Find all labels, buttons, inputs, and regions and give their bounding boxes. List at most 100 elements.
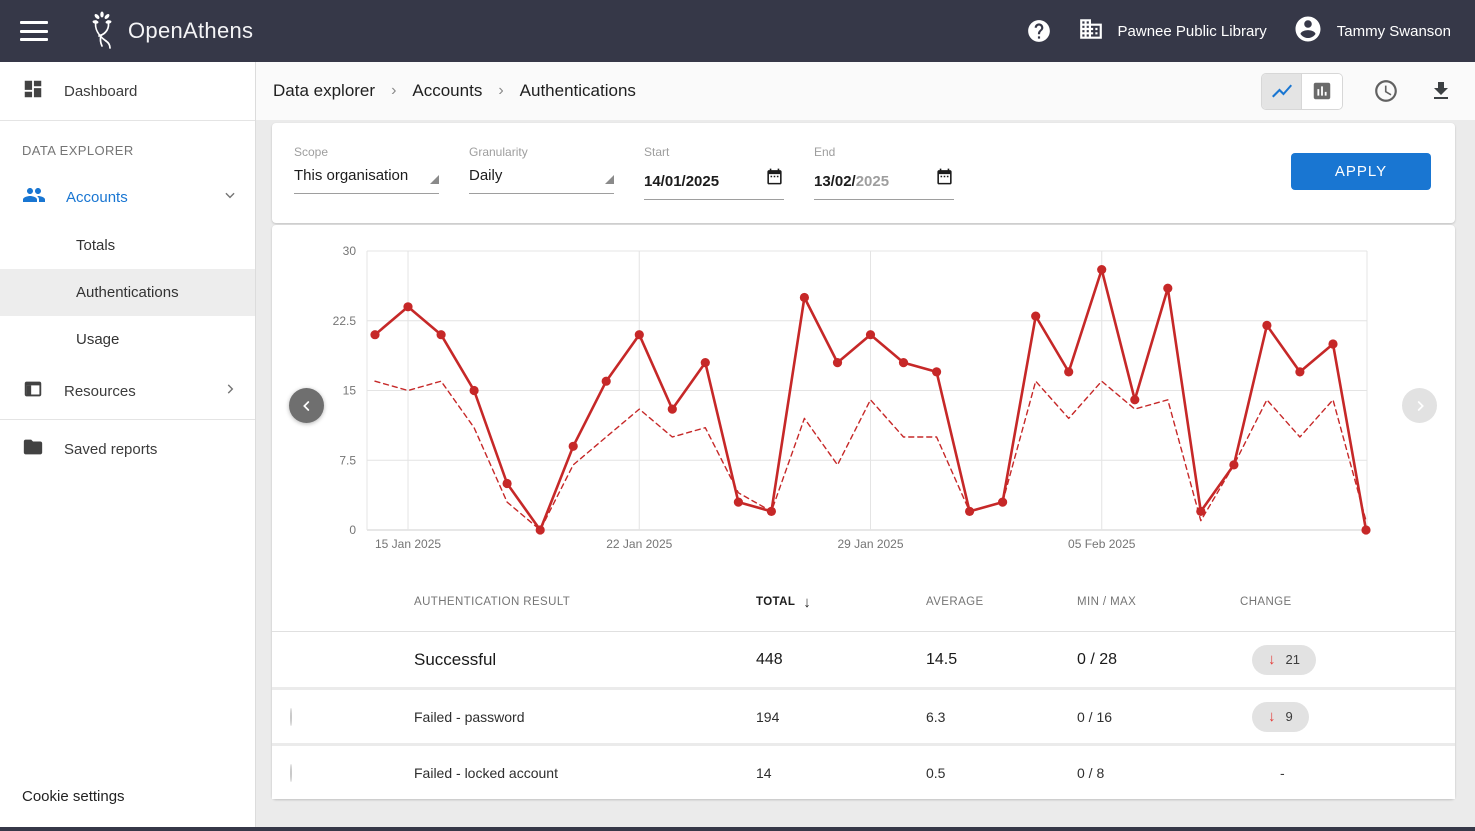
data-point [965,507,974,516]
end-date-field[interactable]: End 13/02/2025 [814,145,954,200]
apply-button[interactable]: APPLY [1291,153,1431,190]
row-change: ↓21 [1240,645,1455,675]
data-point [403,302,412,311]
chevron-right-icon [223,382,237,400]
row-average: 14.5 [926,651,1077,669]
sidebar-item-authentications[interactable]: Authentications [0,269,255,316]
data-point [370,330,379,339]
dropdown-triangle-icon [605,175,614,184]
series-toggle-dot[interactable] [290,764,292,782]
data-point [701,358,710,367]
data-point [833,358,842,367]
data-point [866,330,875,339]
sidebar: Dashboard DATA EXPLORER Accounts Totals … [0,62,256,827]
sidebar-item-label: Dashboard [64,83,237,100]
start-date-field[interactable]: Start 14/01/2025 [644,145,784,200]
column-change: CHANGE [1240,596,1455,608]
breadcrumb-accounts[interactable]: Accounts [412,81,482,101]
data-point [1097,265,1106,274]
row-total: 194 [756,709,926,725]
sidebar-item-label: Saved reports [64,441,237,458]
data-point [1196,507,1205,516]
chart-scroll-left-button[interactable] [289,388,324,423]
change-value: 9 [1286,709,1293,724]
change-value: - [1280,765,1285,781]
svg-text:22.5: 22.5 [333,314,357,328]
scope-select[interactable]: Scope This organisation [294,145,439,194]
top-app-bar: OpenAthens Pawnee Public Library Tammy S… [0,0,1475,62]
arrow-down-icon: ↓ [1268,651,1276,668]
svg-text:30: 30 [343,244,357,258]
folder-icon [22,436,44,462]
data-point [1031,312,1040,321]
table-row[interactable]: Failed - locked account 14 0.5 0 / 8 - [272,743,1455,799]
start-date-label: Start [644,145,784,159]
data-point [1064,367,1073,376]
table-body: Successful 448 14.5 0 / 28 ↓21 Failed - … [272,631,1455,799]
bar-chart-toggle-button[interactable] [1302,74,1342,109]
calendar-icon[interactable] [935,167,954,190]
chart-scroll-right-button[interactable] [1402,388,1437,423]
table-row[interactable]: Failed - password 194 6.3 0 / 16 ↓9 [272,687,1455,743]
data-point [635,330,644,339]
granularity-value: Daily [469,167,502,184]
main-header: Data explorer › Accounts › Authenticatio… [256,62,1475,120]
change-badge: ↓9 [1252,702,1309,732]
series-toggle-dot[interactable] [290,708,292,726]
sidebar-item-saved-reports[interactable]: Saved reports [0,420,255,478]
table-row[interactable]: Successful 448 14.5 0 / 28 ↓21 [272,631,1455,687]
column-average: AVERAGE [926,596,1077,608]
data-point [1262,321,1271,330]
data-point [1130,395,1139,404]
avatar-icon [1293,14,1323,48]
organisation-icon [1078,16,1104,46]
data-point [668,405,677,414]
row-min-max: 0 / 16 [1077,709,1240,725]
column-min-max: MIN / MAX [1077,596,1240,608]
user-menu[interactable]: Tammy Swanson [1293,14,1451,48]
openathens-thistle-icon [84,9,120,54]
granularity-select[interactable]: Granularity Daily [469,145,614,194]
sidebar-item-resources[interactable]: Resources [0,363,255,419]
line-chart-toggle-button[interactable] [1262,74,1302,109]
dashboard-icon [22,78,44,104]
breadcrumb: Data explorer › Accounts › Authenticatio… [273,81,636,101]
calendar-icon[interactable] [765,167,784,190]
results-card: 07.51522.53015 Jan 202522 Jan 202529 Jan… [272,225,1455,799]
cookie-settings-link[interactable]: Cookie settings [0,788,255,827]
data-point [569,442,578,451]
column-total-sort[interactable]: TOTAL↓ [756,594,926,611]
data-point [437,330,446,339]
data-point [1229,460,1238,469]
row-change: - [1240,765,1455,781]
chevron-down-icon [223,188,237,206]
help-icon[interactable] [1026,18,1052,44]
data-point [602,377,611,386]
organisation-name: Pawnee Public Library [1118,23,1267,40]
breadcrumb-data-explorer[interactable]: Data explorer [273,81,375,101]
data-point [503,479,512,488]
data-point [470,386,479,395]
sidebar-item-dashboard[interactable]: Dashboard [0,62,255,120]
chart-canvas: 07.51522.53015 Jan 202522 Jan 202529 Jan… [272,225,1455,573]
data-point [1163,284,1172,293]
svg-text:05 Feb 2025: 05 Feb 2025 [1068,537,1136,551]
brand-logo: OpenAthens [84,9,253,54]
row-result-name: Successful [414,650,756,670]
row-total: 14 [756,765,926,781]
breadcrumb-current-page: Authentications [520,81,636,101]
svg-text:15: 15 [343,384,357,398]
chart-type-toggle [1261,73,1343,110]
row-result-name: Failed - password [414,709,756,725]
menu-icon[interactable] [20,21,48,41]
row-total: 448 [756,651,926,669]
history-clock-icon[interactable] [1373,78,1399,104]
row-result-name: Failed - locked account [414,765,756,781]
download-icon[interactable] [1429,79,1453,103]
organisation-switcher[interactable]: Pawnee Public Library [1078,16,1267,46]
sidebar-item-totals[interactable]: Totals [0,222,255,269]
end-date-label: End [814,145,954,159]
sidebar-item-accounts[interactable]: Accounts [0,172,255,222]
sidebar-item-usage[interactable]: Usage [0,316,255,363]
resources-icon [22,378,44,404]
